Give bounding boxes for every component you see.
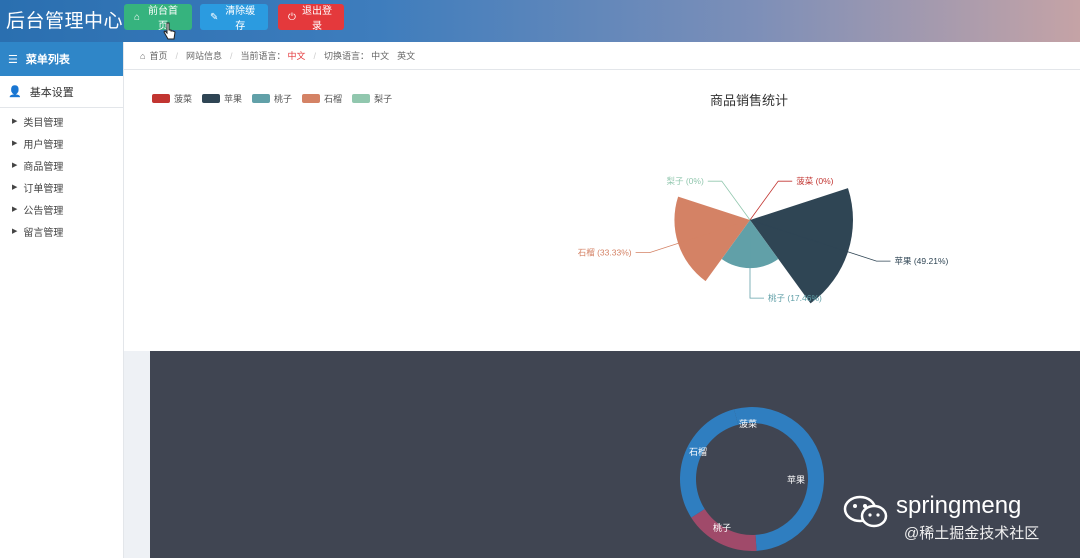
clear-cache-button[interactable]: ✎ 清除缓存 (200, 4, 268, 32)
breadcrumb: ⌂ 首页 / 网站信息 / 当前语言： 中文 / 切换语言： 中文 英文 (124, 42, 1080, 70)
home-button[interactable]: ⌂ 前台首页 (124, 4, 192, 32)
clear-cache-label: 清除缓存 (225, 6, 256, 32)
breadcrumb-separator: / (313, 50, 317, 61)
caret-right-icon: ▶ (12, 228, 18, 235)
rose-pie-chart: 菠菜 (0%) 苹果 (49.21%) 桃子 (17.46%) 石榴 (33.33%)… (578, 176, 949, 304)
sidebar-item-label: 商品管理 (23, 161, 64, 173)
logout-label: 退出登录 (301, 6, 332, 32)
sidebar-item-label: 订单管理 (23, 183, 64, 195)
donut-segment-2[interactable] (679, 409, 739, 518)
wrench-icon: ✎ (210, 11, 219, 23)
sidebar: ☰ 菜单列表 👤 基本设置 ▶ 类目管理 ▶ 用户管理 ▶ 商品管理 ▶ 订单管理 ▶ 公… (0, 42, 124, 558)
list-icon: ☰ (8, 53, 18, 66)
current-language-label: 当前语言： (240, 51, 286, 61)
donut-label: 桃子 (713, 522, 731, 533)
switch-language-label: 切换语言： (324, 51, 370, 61)
donut-label: 菠菜 (739, 418, 757, 429)
sidebar-group-label: 基本设置 (29, 86, 74, 99)
user-icon: 👤 (8, 86, 22, 98)
home-icon: ⌂ (134, 11, 141, 23)
home-icon: ⌂ (140, 50, 146, 61)
rose-slice-label: 菠菜 (0%) (796, 176, 833, 186)
menu-list-label: 菜单列表 (25, 54, 70, 66)
watermark: springmeng @稀土掘金技术社区 (840, 488, 1076, 554)
sidebar-item-label: 公告管理 (23, 205, 64, 217)
power-icon: ⏻ (288, 11, 296, 23)
sidebar-item-messages[interactable]: ▶ 留言管理 (0, 220, 123, 242)
sidebar-item-orders[interactable]: ▶ 订单管理 (0, 176, 123, 198)
sidebar-item-users[interactable]: ▶ 用户管理 (0, 132, 123, 154)
breadcrumb-site-info: 网站信息 (185, 51, 222, 61)
sidebar-item-label: 留言管理 (23, 227, 64, 239)
sidebar-item-category[interactable]: ▶ 类目管理 (0, 110, 123, 132)
menu-list-header: ☰ 菜单列表 (0, 42, 123, 76)
rose-slice-label: 梨子 (0%) (666, 176, 703, 186)
caret-right-icon: ▶ (12, 206, 18, 213)
sidebar-item-products[interactable]: ▶ 商品管理 (0, 154, 123, 176)
caret-right-icon: ▶ (12, 162, 18, 169)
caret-right-icon: ▶ (12, 140, 18, 147)
donut-label: 石榴 (689, 446, 707, 457)
watermark-subtext: @稀土掘金技术社区 (904, 525, 1040, 542)
caret-right-icon: ▶ (12, 184, 18, 191)
rose-slice-label: 桃子 (17.46%) (768, 293, 822, 303)
app-title: 后台管理中心 (6, 11, 124, 32)
sidebar-item-notices[interactable]: ▶ 公告管理 (0, 198, 123, 220)
sidebar-item-label: 用户管理 (23, 139, 64, 151)
switch-language-cn-link[interactable]: 中文 (371, 49, 389, 62)
rose-slice-label: 苹果 (49.21%) (894, 256, 948, 266)
switch-language-en-link[interactable]: 英文 (397, 49, 415, 62)
hand-cursor-icon (163, 22, 176, 40)
logout-button[interactable]: ⏻ 退出登录 (278, 4, 344, 32)
watermark-name: springmeng (896, 492, 1022, 519)
breadcrumb-separator: / (229, 50, 233, 61)
top-bar: 后台管理中心 ⌂ 前台首页 ✎ 清除缓存 ⏻ 退出登录 (0, 0, 1080, 42)
caret-right-icon: ▶ (12, 118, 18, 125)
sales-chart-panel: 菠菜 苹果 桃子 石榴 梨子 商品销售统计 菠菜 (0%) 苹果 (49.21%)… (124, 70, 1080, 351)
breadcrumb-home-link[interactable]: 首页 (149, 49, 167, 62)
breadcrumb-separator: / (175, 50, 178, 61)
sidebar-group-basic-settings[interactable]: 👤 基本设置 (0, 76, 123, 108)
sidebar-item-label: 类目管理 (23, 117, 64, 129)
wechat-logo-icon (843, 495, 888, 528)
donut-label: 苹果 (787, 474, 805, 485)
current-language-value: 中文 (287, 51, 306, 61)
rose-slice-label: 石榴 (33.33%) (578, 248, 632, 258)
